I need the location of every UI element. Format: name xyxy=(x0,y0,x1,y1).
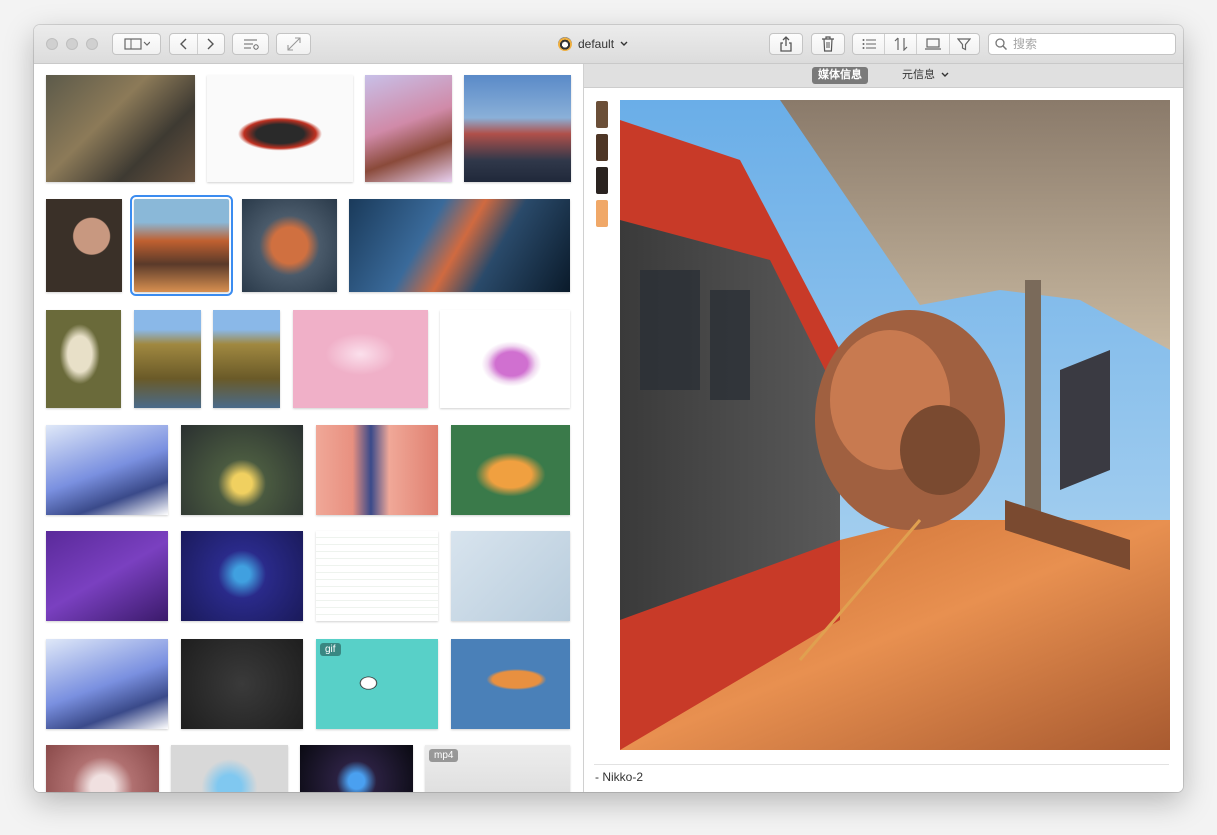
filter-button[interactable] xyxy=(950,34,979,54)
thumbnail[interactable] xyxy=(46,425,168,515)
thumbnail[interactable] xyxy=(293,310,428,408)
library-name: default xyxy=(578,37,615,51)
share-button[interactable] xyxy=(769,33,803,55)
zoom-window-button[interactable] xyxy=(86,38,98,50)
preview-artwork xyxy=(620,100,1170,750)
color-swatch[interactable] xyxy=(596,167,608,194)
sort-icon xyxy=(894,37,908,51)
file-caption: - Nikko-2 xyxy=(595,770,644,784)
thumbnail[interactable] xyxy=(46,75,195,182)
tab-meta-info-label: 元信息 xyxy=(902,69,935,81)
sidebar-icon xyxy=(123,38,150,50)
preview-pane: 媒体信息 元信息 - Nikko-2 xyxy=(584,64,1183,792)
thumbnail[interactable] xyxy=(451,531,570,621)
view-options-button[interactable] xyxy=(232,33,269,55)
thumbnail[interactable] xyxy=(134,310,201,408)
trash-icon xyxy=(822,36,834,52)
thumbnail[interactable] xyxy=(181,425,303,515)
color-swatch[interactable] xyxy=(596,134,608,161)
media-grid: gif mp4 xyxy=(34,64,584,792)
thumbnail[interactable] xyxy=(242,199,337,292)
library-icon xyxy=(558,37,572,51)
thumbnail[interactable] xyxy=(464,75,571,182)
fullscreen-button[interactable] xyxy=(276,33,311,55)
thumbnail[interactable] xyxy=(316,531,438,621)
chevron-down-icon xyxy=(620,41,628,46)
chevron-left-icon xyxy=(180,38,187,50)
divider xyxy=(594,764,1169,765)
filter-icon xyxy=(957,38,972,51)
toolbar: default xyxy=(34,25,1183,64)
sidebar-toggle-button[interactable] xyxy=(112,33,161,55)
thumbnail[interactable] xyxy=(213,310,280,408)
thumbnail[interactable] xyxy=(365,75,452,182)
gif-badge: gif xyxy=(320,643,341,656)
back-button[interactable] xyxy=(170,34,198,54)
chevron-down-icon xyxy=(941,72,949,77)
thumbnail[interactable] xyxy=(46,531,168,621)
list-icon xyxy=(862,39,876,49)
thumbnail[interactable] xyxy=(451,425,570,515)
thumbnail[interactable] xyxy=(46,639,168,729)
preview-image xyxy=(620,100,1170,750)
thumbnail-gif[interactable]: gif xyxy=(316,639,438,729)
library-switcher[interactable]: default xyxy=(558,33,628,55)
thumbnail[interactable] xyxy=(46,745,159,792)
sort-button[interactable] xyxy=(885,34,918,54)
thumbnail[interactable] xyxy=(181,639,303,729)
share-icon xyxy=(780,36,792,52)
thumbnail[interactable] xyxy=(316,425,438,515)
close-window-button[interactable] xyxy=(46,38,58,50)
tab-meta-info[interactable]: 元信息 xyxy=(902,67,949,84)
color-swatch[interactable] xyxy=(596,200,608,227)
inspector-icon xyxy=(925,38,942,50)
thumbnail-selected[interactable] xyxy=(130,195,233,296)
navigation-group xyxy=(169,33,225,55)
thumbnail[interactable] xyxy=(207,75,353,182)
list-settings-icon xyxy=(243,39,259,50)
thumbnail[interactable] xyxy=(181,531,303,621)
mp4-badge: mp4 xyxy=(429,749,459,762)
chevron-right-icon xyxy=(207,38,214,50)
thumbnail[interactable] xyxy=(300,745,413,792)
thumbnail[interactable] xyxy=(171,745,288,792)
forward-button[interactable] xyxy=(198,34,225,54)
color-swatch[interactable] xyxy=(596,101,608,128)
thumbnail[interactable] xyxy=(440,310,570,408)
search-field[interactable] xyxy=(988,33,1176,55)
thumbnail[interactable] xyxy=(46,199,122,292)
app-window: default 搜索 gif mp4 媒体信息 元信息 - Nikko-2 xyxy=(34,25,1183,792)
delete-button[interactable] xyxy=(811,33,845,55)
view-mode-group xyxy=(852,33,980,55)
inspector-tabs: 媒体信息 元信息 xyxy=(584,64,1183,88)
thumbnail[interactable] xyxy=(451,639,570,729)
search-icon xyxy=(995,38,1007,50)
search-input[interactable] xyxy=(1011,36,1165,52)
inspector-toggle-button[interactable] xyxy=(917,34,950,54)
thumbnail[interactable] xyxy=(349,199,570,292)
tab-media-info[interactable]: 媒体信息 xyxy=(812,67,868,84)
thumbnail-mp4[interactable]: mp4 xyxy=(425,745,570,792)
thumbnail[interactable] xyxy=(46,310,121,408)
expand-icon xyxy=(286,37,301,51)
list-view-button[interactable] xyxy=(853,34,886,54)
minimize-window-button[interactable] xyxy=(66,38,78,50)
